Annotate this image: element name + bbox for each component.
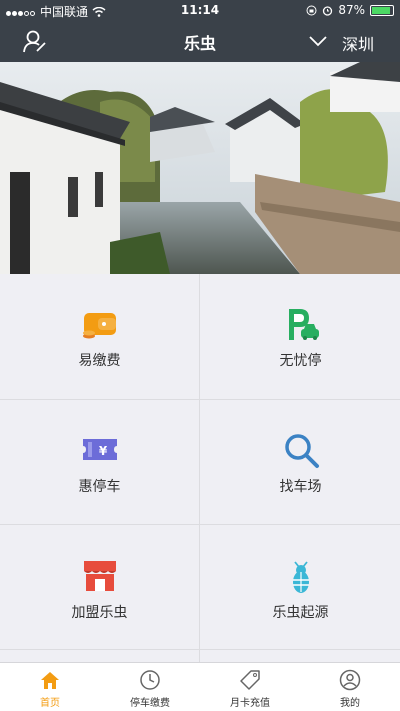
store-icon <box>83 561 116 591</box>
parking-car-icon <box>288 309 319 340</box>
grid-item-label: 易缴费 <box>78 353 121 369</box>
tab-monthly-card[interactable]: 月卡充值 <box>200 663 300 711</box>
search-icon <box>284 434 319 468</box>
grid-divider <box>199 274 200 662</box>
grid-item-lechong-origin[interactable]: 乐虫起源 <box>201 526 400 654</box>
coupon-icon: ¥ <box>82 439 117 460</box>
tab-parking-payment[interactable]: 停车缴费 <box>100 663 200 711</box>
grid-item-easy-pay[interactable]: 易缴费 <box>0 274 199 402</box>
profile-icon <box>339 669 361 691</box>
battery-percent: 87% <box>338 3 365 17</box>
home-icon <box>41 672 59 689</box>
status-right: 87% <box>306 3 394 17</box>
svg-text:¥: ¥ <box>98 444 107 458</box>
tab-label: 首页 <box>40 698 60 709</box>
grid-item-worry-free-parking[interactable]: 无忧停 <box>201 274 400 402</box>
grid-item-label: 找车场 <box>279 479 322 495</box>
lock-rotation-icon <box>306 5 317 15</box>
tab-label: 停车缴费 <box>130 698 170 709</box>
grid-item-label: 乐虫起源 <box>272 605 329 621</box>
grid-item-label: 加盟乐虫 <box>71 605 128 621</box>
wallet-icon <box>82 313 116 339</box>
tab-label: 我的 <box>340 698 360 709</box>
grid-item-find-parking[interactable]: 找车场 <box>201 400 400 528</box>
page-title: 乐虫 <box>183 34 216 53</box>
tab-label: 月卡充值 <box>230 698 270 709</box>
grid-item-discount-parking[interactable]: ¥ 惠停车 <box>0 400 199 528</box>
nav-bar: 乐虫 深圳 <box>0 20 400 62</box>
alarm-icon <box>323 5 333 16</box>
tab-profile[interactable]: 我的 <box>300 663 400 711</box>
tab-home[interactable]: 首页 <box>0 663 100 711</box>
tag-icon <box>240 670 260 690</box>
grid-item-join-lechong[interactable]: 加盟乐虫 <box>0 526 199 654</box>
clock-icon <box>140 670 160 690</box>
bug-icon <box>292 561 309 593</box>
grid-item-label: 无忧停 <box>279 353 322 369</box>
battery-icon <box>370 4 394 16</box>
feature-grid: 易缴费 无忧停 ¥ 惠停车 找车场 加盟乐虫 乐虫起源 <box>0 274 400 662</box>
status-bar: 中国联通 11:14 87% <box>0 0 400 20</box>
banner-image[interactable] <box>0 62 400 274</box>
city-selector[interactable]: 深圳 <box>342 31 374 55</box>
chevron-down-icon[interactable] <box>308 31 328 51</box>
tab-bar: 首页 停车缴费 月卡充值 我的 <box>0 662 400 711</box>
grid-item-label: 惠停车 <box>78 479 121 495</box>
